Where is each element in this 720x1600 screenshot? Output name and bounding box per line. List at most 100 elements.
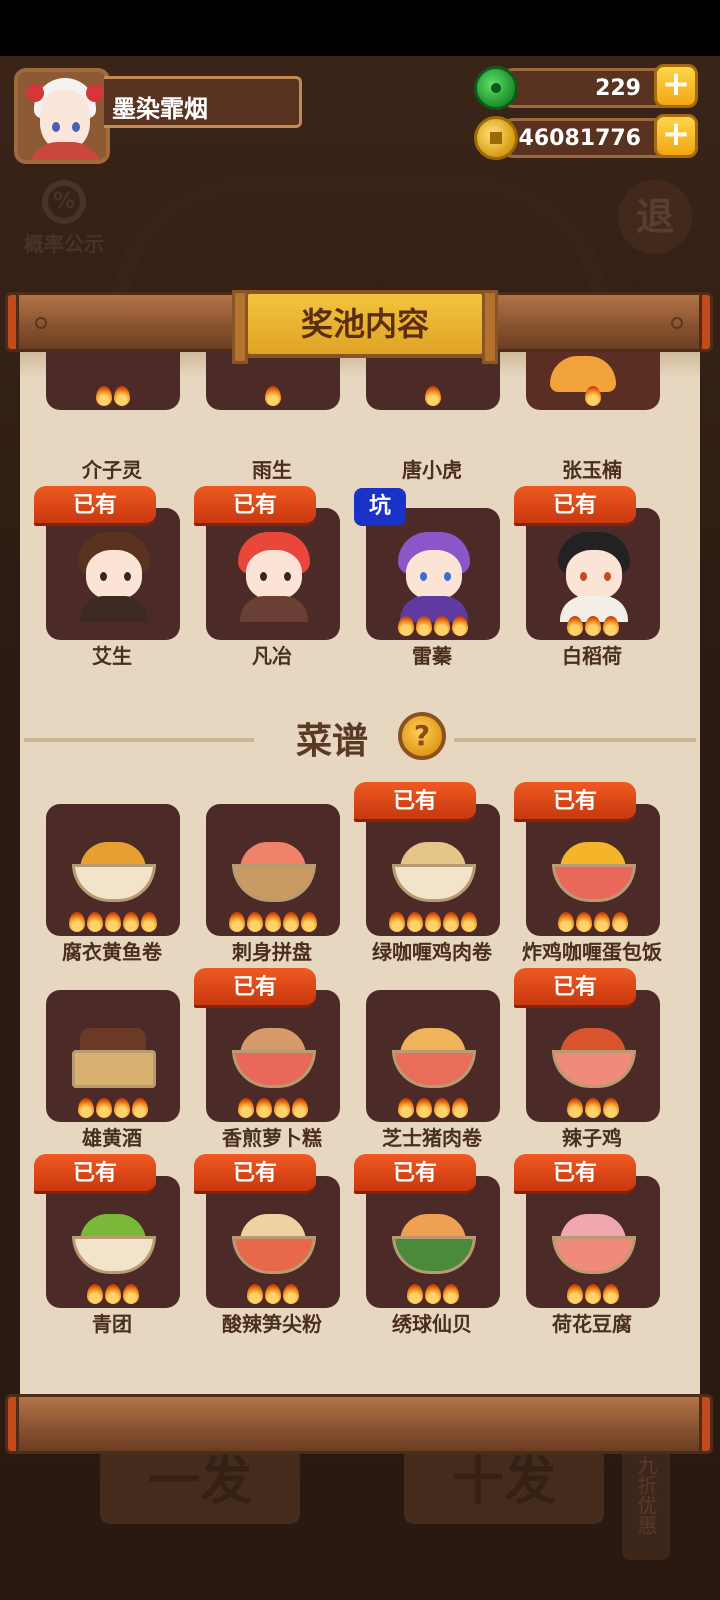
status-bar: [0, 0, 720, 56]
star-rating: [206, 912, 340, 932]
probability-button[interactable]: % 概率公示: [14, 180, 114, 260]
dish-image: [386, 1196, 480, 1276]
dish-image: [226, 1196, 320, 1276]
character-portrait: [66, 528, 160, 622]
owned-tag: 已有: [514, 782, 636, 822]
player-name: 墨染霏烟: [112, 95, 208, 123]
recipe-card[interactable]: [526, 1176, 660, 1308]
dish-image: [386, 1010, 480, 1090]
character-name: 凡冶: [252, 644, 292, 668]
recipe-card[interactable]: [46, 804, 180, 936]
recipe-card[interactable]: [366, 990, 500, 1122]
recipe-card[interactable]: [366, 804, 500, 936]
recipes-help-button[interactable]: ?: [398, 712, 446, 760]
recipe-card[interactable]: [206, 1176, 340, 1308]
character-card[interactable]: [46, 350, 180, 410]
star-rating: [206, 386, 340, 406]
recipe-name: 绿咖喱鸡肉卷: [372, 940, 492, 964]
owned-tag: 已有: [194, 968, 316, 1008]
star-rating: [526, 1284, 660, 1304]
add-jade-button[interactable]: +: [654, 64, 698, 108]
star-rating: [46, 386, 180, 406]
recipes-section-title: 菜谱: [296, 721, 369, 762]
recipe-name: 芝士猪肉卷: [382, 1126, 482, 1150]
exit-button[interactable]: 退: [618, 180, 692, 254]
character-name: 雨生: [252, 458, 292, 482]
owned-tag: 已有: [34, 486, 156, 526]
star-rating: [366, 1098, 500, 1118]
probability-label: 概率公示: [24, 232, 104, 256]
star-rating: [366, 386, 500, 406]
character-portrait: [226, 528, 320, 622]
recipe-card[interactable]: [526, 804, 660, 936]
character-name: 张玉楠: [562, 458, 622, 482]
recipe-card[interactable]: [46, 1176, 180, 1308]
character-name: 雷蓁: [412, 644, 452, 668]
recipe-card[interactable]: [526, 990, 660, 1122]
dish-image: [66, 1010, 160, 1090]
character-card[interactable]: [206, 350, 340, 410]
recipe-name: 香煎萝卜糕: [222, 1126, 322, 1150]
star-rating: [366, 616, 500, 636]
recipe-name: 荷花豆腐: [552, 1312, 632, 1336]
character-name: 白稻荷: [562, 644, 622, 668]
coin-amount: 46081776: [518, 126, 641, 151]
recipe-card[interactable]: [206, 804, 340, 936]
recipe-name: 腐衣黄鱼卷: [62, 940, 162, 964]
dish-image: [66, 1196, 160, 1276]
star-rating: [526, 386, 660, 406]
star-rating: [526, 1098, 660, 1118]
character-name: 唐小虎: [402, 458, 462, 482]
character-name: 艾生: [92, 644, 132, 668]
character-portrait: [386, 528, 480, 622]
character-card-fanye[interactable]: [206, 508, 340, 640]
dish-image: [66, 824, 160, 904]
player-name-plate: 墨染霏烟: [104, 76, 302, 128]
recipe-name: 炸鸡咖喱蛋包饭: [522, 940, 662, 964]
recipe-card[interactable]: [46, 990, 180, 1122]
dish-image: [546, 824, 640, 904]
dish-image: [546, 1010, 640, 1090]
character-card-baidaohe[interactable]: [526, 508, 660, 640]
recipe-card[interactable]: [366, 1176, 500, 1308]
panel-title: 奖池内容: [232, 290, 498, 364]
jade-amount: 229: [595, 76, 641, 101]
star-rating: [526, 912, 660, 932]
star-rating: [366, 1284, 500, 1304]
owned-tag: 已有: [194, 486, 316, 526]
dish-image: [226, 1010, 320, 1090]
recipe-name: 青团: [92, 1312, 132, 1336]
character-card[interactable]: [526, 350, 660, 410]
dish-image: [226, 824, 320, 904]
recipe-name: 绣球仙贝: [392, 1312, 472, 1336]
owned-tag: 已有: [514, 486, 636, 526]
recipe-name: 辣子鸡: [562, 1126, 622, 1150]
recipe-name: 酸辣笋尖粉: [222, 1312, 322, 1336]
character-card-leizhen[interactable]: [366, 508, 500, 640]
star-rating: [366, 912, 500, 932]
dish-image: [546, 1196, 640, 1276]
star-rating: [46, 912, 180, 932]
dish-image: [386, 824, 480, 904]
character-name: 介子灵: [82, 458, 142, 482]
owned-tag: 已有: [354, 1154, 476, 1194]
owned-tag: 已有: [194, 1154, 316, 1194]
jade-icon: [474, 66, 518, 110]
pool-content-panel[interactable]: 介子灵 雨生 唐小虎 张玉楠 已有 已有 坑 已有 艾生 凡冶 雷蓁 白稻荷 已…: [20, 350, 700, 1396]
character-card[interactable]: [366, 350, 500, 410]
owned-tag: 已有: [354, 782, 476, 822]
character-card-aisheng[interactable]: [46, 508, 180, 640]
recipe-card[interactable]: [206, 990, 340, 1122]
star-rating: [206, 1098, 340, 1118]
player-avatar[interactable]: [14, 68, 110, 164]
star-rating: [46, 1284, 180, 1304]
star-rating: [526, 616, 660, 636]
pit-tag: 坑: [354, 488, 406, 526]
scroll-bottom-rod: [5, 1394, 713, 1454]
recipe-name: 刺身拼盘: [232, 940, 312, 964]
star-rating: [46, 1098, 180, 1118]
percent-icon: %: [42, 180, 86, 224]
add-coins-button[interactable]: +: [654, 114, 698, 158]
recipe-name: 雄黄酒: [82, 1126, 142, 1150]
character-portrait: [546, 528, 640, 622]
